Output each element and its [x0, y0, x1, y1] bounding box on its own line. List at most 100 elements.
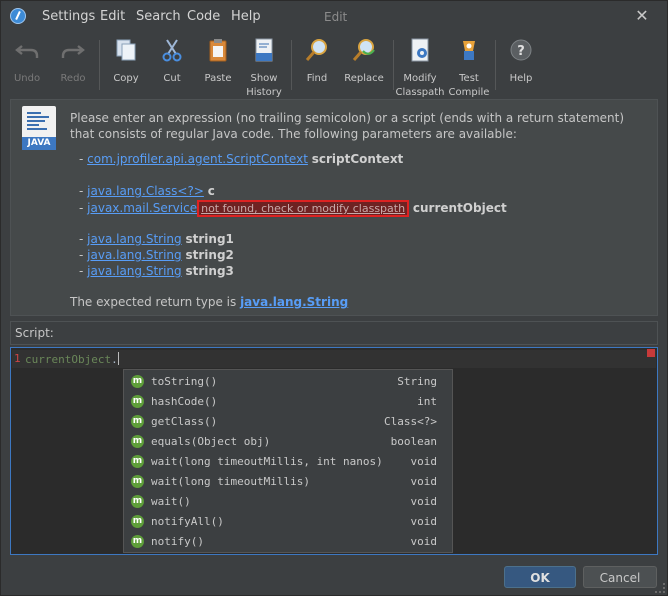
completion-item[interactable]: m getClass() Class<?> [124, 412, 452, 432]
paste-button[interactable]: Paste [198, 32, 238, 94]
completion-popup: m toString() String m hashCode() int m getCla… [123, 369, 453, 553]
help-label: Help [509, 73, 533, 84]
error-marker-icon[interactable] [647, 349, 655, 357]
param-name: string3 [185, 264, 234, 278]
param-line: - java.lang.Class<?> c [79, 184, 215, 198]
param-name: currentObject [412, 201, 507, 215]
java-file-icon: JAVA [22, 106, 56, 150]
toolbar-separator [495, 40, 496, 90]
menu-search[interactable]: Search [136, 9, 181, 24]
cut-button[interactable]: Cut [152, 32, 192, 94]
param-name: scriptContext [311, 152, 404, 166]
replace-icon [352, 39, 375, 61]
method-icon: m [131, 475, 144, 488]
completion-item[interactable]: m wait(long timeoutMillis, int nanos) void [124, 452, 452, 472]
completion-item[interactable]: m wait() void [124, 492, 452, 512]
paste-label: Paste [204, 73, 232, 84]
undo-icon [15, 45, 39, 58]
type-link[interactable]: java.lang.Class<?> [87, 184, 204, 198]
menu-settings[interactable]: Settings [42, 9, 95, 24]
param-line: - javax.mail.Service not found, check or … [79, 200, 507, 217]
menu-edit[interactable]: Edit [100, 9, 125, 24]
param-line: - java.lang.String string2 [79, 248, 234, 262]
test-compile-button[interactable]: Test Compile [447, 32, 491, 98]
type-link[interactable]: javax.mail.Service [87, 201, 197, 215]
modify-classpath-button[interactable]: Modify Classpath [395, 32, 445, 98]
completion-item[interactable]: m toString() String [124, 372, 452, 392]
toolbar-separator [99, 40, 100, 90]
method-icon: m [131, 395, 144, 408]
undo-label: Undo [13, 73, 41, 84]
method-icon: m [131, 515, 144, 528]
param-name: string1 [185, 232, 234, 246]
copy-button[interactable]: Copy [106, 32, 146, 94]
scissors-icon [162, 39, 182, 62]
close-icon[interactable]: ✕ [633, 7, 651, 25]
test-compile-icon [463, 41, 475, 60]
history-icon [255, 38, 273, 62]
test-compile-label: Test Compile [448, 73, 490, 98]
method-icon: m [131, 415, 144, 428]
svg-text:?: ? [517, 44, 525, 59]
menu-code[interactable]: Code [187, 9, 220, 24]
cut-label: Cut [163, 73, 181, 84]
parameter-info-panel: JAVA Please enter an expression (no trai… [10, 99, 658, 316]
redo-button[interactable]: Redo [53, 32, 93, 94]
find-button[interactable]: Find [297, 32, 337, 94]
java-icon-label: JAVA [22, 137, 56, 150]
param-line: - java.lang.String string1 [79, 232, 234, 246]
resize-grip-icon[interactable] [655, 583, 665, 593]
copy-icon [116, 39, 136, 61]
type-link[interactable]: java.lang.String [87, 264, 182, 278]
show-history-label: Show History [246, 73, 282, 98]
script-label: Script: [10, 321, 658, 345]
edit-dialog: Settings Edit Search Code Help Edit ✕ Un… [0, 0, 668, 596]
method-icon: m [131, 495, 144, 508]
method-icon: m [131, 455, 144, 468]
toolbar: Undo Redo Copy Cut Paste Show History Fin… [1, 32, 667, 98]
type-link[interactable]: java.lang.String [87, 248, 182, 262]
type-link[interactable]: com.jprofiler.api.agent.ScriptContext [87, 152, 308, 166]
param-line: - java.lang.String string3 [79, 264, 234, 278]
show-history-button[interactable]: Show History [244, 32, 284, 98]
classpath-error-link[interactable]: not found, check or modify classpath [197, 200, 410, 217]
ok-button[interactable]: OK [504, 566, 576, 588]
method-icon: m [131, 435, 144, 448]
help-icon: ? [510, 39, 532, 61]
undo-button[interactable]: Undo [7, 32, 47, 94]
completion-item[interactable]: m wait(long timeoutMillis) void [124, 472, 452, 492]
app-icon [10, 8, 26, 24]
code-line: currentObject. [25, 352, 119, 366]
redo-icon [61, 45, 85, 58]
copy-label: Copy [113, 73, 139, 84]
return-type-line: The expected return type is java.lang.St… [70, 295, 349, 309]
magnifier-icon [305, 39, 327, 61]
text-caret [117, 352, 119, 365]
param-name: c [207, 184, 215, 198]
classpath-icon [411, 38, 429, 62]
find-label: Find [306, 73, 328, 84]
type-link[interactable]: java.lang.String [87, 232, 182, 246]
title-bar: Settings Edit Search Code Help Edit ✕ [1, 1, 667, 32]
completion-item[interactable]: m hashCode() int [124, 392, 452, 412]
completion-item[interactable]: m notifyAll() void [124, 512, 452, 532]
clipboard-icon [209, 39, 227, 62]
replace-label: Replace [344, 73, 384, 84]
completion-item[interactable]: m notify() void [124, 532, 452, 552]
toolbar-separator [291, 40, 292, 90]
redo-label: Redo [60, 73, 86, 84]
param-name: string2 [185, 248, 234, 262]
cancel-button[interactable]: Cancel [583, 566, 657, 588]
completion-item[interactable]: m equals(Object obj) boolean [124, 432, 452, 452]
replace-button[interactable]: Replace [341, 32, 387, 94]
method-icon: m [131, 375, 144, 388]
return-type-link[interactable]: java.lang.String [240, 295, 348, 309]
param-line: - com.jprofiler.api.agent.ScriptContext … [79, 152, 404, 166]
method-icon: m [131, 535, 144, 548]
modify-classpath-label: Modify Classpath [395, 73, 445, 98]
toolbar-separator [393, 40, 394, 90]
help-button[interactable]: ? Help [501, 32, 541, 94]
window-title: Edit [324, 10, 348, 24]
instructions-text: Please enter an expression (no trailing … [70, 111, 625, 141]
menu-help[interactable]: Help [231, 9, 261, 24]
